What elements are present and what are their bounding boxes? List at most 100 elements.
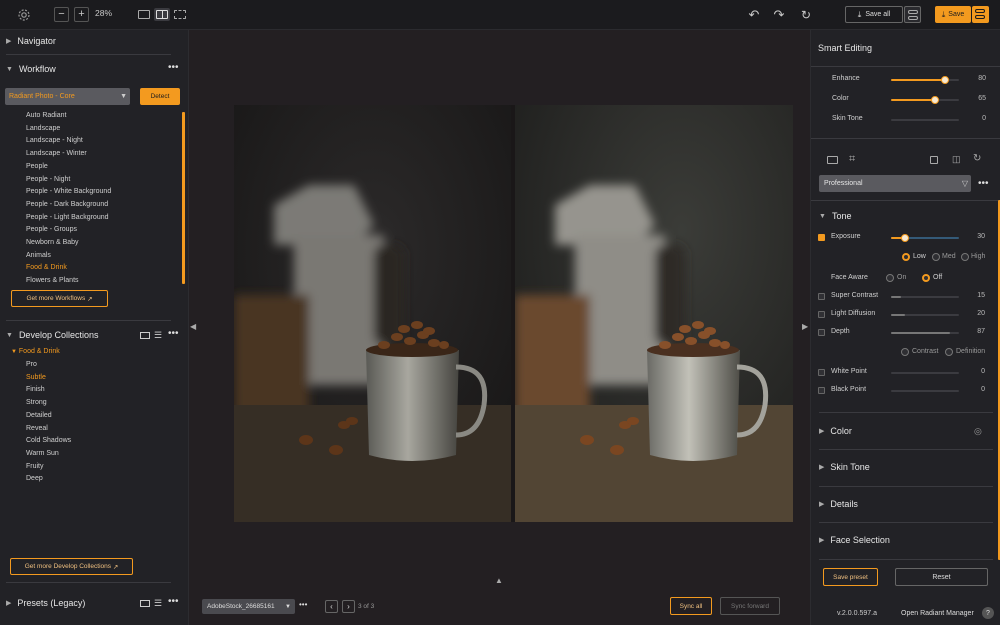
compare-icon[interactable] xyxy=(930,156,938,164)
help-icon[interactable]: ? xyxy=(982,607,994,619)
slider-track[interactable] xyxy=(891,119,959,121)
zoom-out-button[interactable]: − xyxy=(54,7,69,22)
crop-view-icon[interactable] xyxy=(173,9,187,20)
slider-track[interactable] xyxy=(891,96,959,104)
workflow-item[interactable]: People xyxy=(26,163,48,170)
exposure-slider[interactable] xyxy=(891,234,959,242)
workflow-item[interactable]: Landscape xyxy=(26,125,60,132)
file-more-icon[interactable]: ••• xyxy=(299,600,307,609)
slider-checkbox[interactable] xyxy=(818,329,825,336)
workflow-scrollbar[interactable] xyxy=(182,112,185,284)
exposure-slider-handle[interactable] xyxy=(901,234,909,242)
list-view-icon[interactable]: ☰ xyxy=(154,598,162,609)
profile-more-icon[interactable]: ••• xyxy=(978,178,989,189)
color-section-header[interactable]: ▶ Color xyxy=(819,426,852,436)
save-toggle-icon[interactable] xyxy=(972,6,989,23)
collections-more-icon[interactable]: ••• xyxy=(168,328,179,339)
save-preset-button[interactable]: Save preset xyxy=(823,568,878,586)
file-select[interactable]: AdobeStock_26685161 ▼ xyxy=(202,599,295,614)
workflow-more-icon[interactable]: ••• xyxy=(168,62,179,73)
collection-item[interactable]: Fruity xyxy=(26,463,44,470)
face-aware-on-radio[interactable] xyxy=(886,274,894,282)
workflow-item[interactable]: Landscape - Night xyxy=(26,137,83,144)
exposure-med-radio[interactable] xyxy=(932,253,940,261)
open-radiant-manager-link[interactable]: Open Radiant Manager xyxy=(901,610,974,617)
collection-group[interactable]: ▼ Food & Drink xyxy=(11,348,60,355)
workflow-item[interactable]: People - Dark Background xyxy=(26,201,108,208)
sync-forward-button[interactable]: Sync forward xyxy=(720,597,780,615)
slider-track[interactable] xyxy=(891,76,959,84)
presets-header[interactable]: ▶ Presets (Legacy) xyxy=(6,598,85,608)
previous-image-button[interactable]: ‹ xyxy=(325,600,338,613)
collection-item[interactable]: Warm Sun xyxy=(26,450,59,457)
save-all-toggle-icon[interactable] xyxy=(904,6,921,23)
workflow-item[interactable]: People - Groups xyxy=(26,226,77,233)
collection-item[interactable]: Reveal xyxy=(26,425,48,432)
presets-more-icon[interactable]: ••• xyxy=(168,596,179,607)
refresh-icon[interactable]: ↻ xyxy=(799,8,813,22)
list-view-icon[interactable]: ☰ xyxy=(154,330,162,341)
zoom-in-button[interactable]: + xyxy=(74,7,89,22)
workflow-item[interactable]: Animals xyxy=(26,252,51,259)
get-more-collections-button[interactable]: Get more Develop Collections ↗ xyxy=(10,558,133,575)
collection-item[interactable]: Detailed xyxy=(26,412,52,419)
develop-collections-header[interactable]: ▼ Develop Collections xyxy=(6,330,98,340)
skin-tone-section-header[interactable]: ▶ Skin Tone xyxy=(819,462,870,472)
reset-rotate-icon[interactable]: ↻ xyxy=(973,153,981,164)
workflow-item[interactable]: Food & Drink xyxy=(26,264,67,271)
depth-contrast-radio[interactable] xyxy=(901,348,909,356)
expand-filmstrip-icon[interactable]: ▲ xyxy=(495,576,503,585)
get-more-workflows-button[interactable]: Get more Workflows ↗ xyxy=(11,290,108,307)
collection-item[interactable]: Strong xyxy=(26,399,47,406)
depth-definition-radio[interactable] xyxy=(945,348,953,356)
reset-button[interactable]: Reset xyxy=(895,568,988,586)
workflow-item[interactable]: Newborn & Baby xyxy=(26,239,79,246)
collection-item[interactable]: Pro xyxy=(26,361,37,368)
slider-handle[interactable] xyxy=(931,96,940,104)
workflow-item[interactable]: Auto Radiant xyxy=(26,112,66,119)
workflow-header[interactable]: ▼ Workflow xyxy=(6,64,56,74)
collapse-left-icon[interactable]: ◀ xyxy=(190,322,196,331)
eye-hidden-icon[interactable]: ◎ xyxy=(974,426,982,437)
mirror-icon[interactable]: ◫ xyxy=(952,154,961,165)
details-section-header[interactable]: ▶ Details xyxy=(819,499,858,509)
slider-checkbox[interactable] xyxy=(818,293,825,300)
grid-view-icon[interactable] xyxy=(140,332,150,339)
grid-view-icon[interactable] xyxy=(140,600,150,607)
face-selection-section-header[interactable]: ▶ Face Selection xyxy=(819,535,890,545)
save-button[interactable]: ⤓ Save xyxy=(935,6,971,23)
collection-item[interactable]: Finish xyxy=(26,386,45,393)
split-view-icon[interactable] xyxy=(154,8,170,21)
crop-icon[interactable]: ⌗ xyxy=(849,153,855,166)
slider-checkbox[interactable] xyxy=(818,369,825,376)
save-all-button[interactable]: ⤓ Save all xyxy=(845,6,903,23)
exposure-high-radio[interactable] xyxy=(961,253,969,261)
collection-item[interactable]: Deep xyxy=(26,475,43,482)
sync-all-button[interactable]: Sync all xyxy=(670,597,712,615)
exposure-checkbox[interactable] xyxy=(818,234,825,241)
settings-gear-icon[interactable] xyxy=(16,7,32,23)
collapse-right-icon[interactable]: ▶ xyxy=(802,322,808,331)
slider-handle[interactable] xyxy=(941,76,950,84)
next-image-button[interactable]: › xyxy=(342,600,355,613)
exposure-low-radio[interactable] xyxy=(902,253,910,261)
slider-track[interactable] xyxy=(891,296,959,298)
navigator-header[interactable]: ▶ Navigator xyxy=(6,36,56,46)
workflow-item[interactable]: People - Light Background xyxy=(26,214,109,221)
single-view-icon[interactable] xyxy=(137,9,151,20)
collection-item[interactable]: Cold Shadows xyxy=(26,437,71,444)
detect-button[interactable]: Detect xyxy=(140,88,180,105)
slider-checkbox[interactable] xyxy=(818,387,825,394)
face-aware-off-radio[interactable] xyxy=(922,274,930,282)
image-icon[interactable] xyxy=(827,156,838,164)
slider-track[interactable] xyxy=(891,332,959,334)
undo-icon[interactable]: ↶ xyxy=(747,7,761,22)
slider-track[interactable] xyxy=(891,314,959,316)
workflow-item[interactable]: Flowers & Plants xyxy=(26,277,79,284)
slider-track[interactable] xyxy=(891,390,959,392)
workflow-item[interactable]: Landscape - Winter xyxy=(26,150,87,157)
workflow-item[interactable]: People - White Background xyxy=(26,188,111,195)
redo-icon[interactable]: ↷ xyxy=(772,7,786,22)
workflow-item[interactable]: People - Night xyxy=(26,176,70,183)
profile-select[interactable]: Professional ▽ xyxy=(819,175,971,192)
